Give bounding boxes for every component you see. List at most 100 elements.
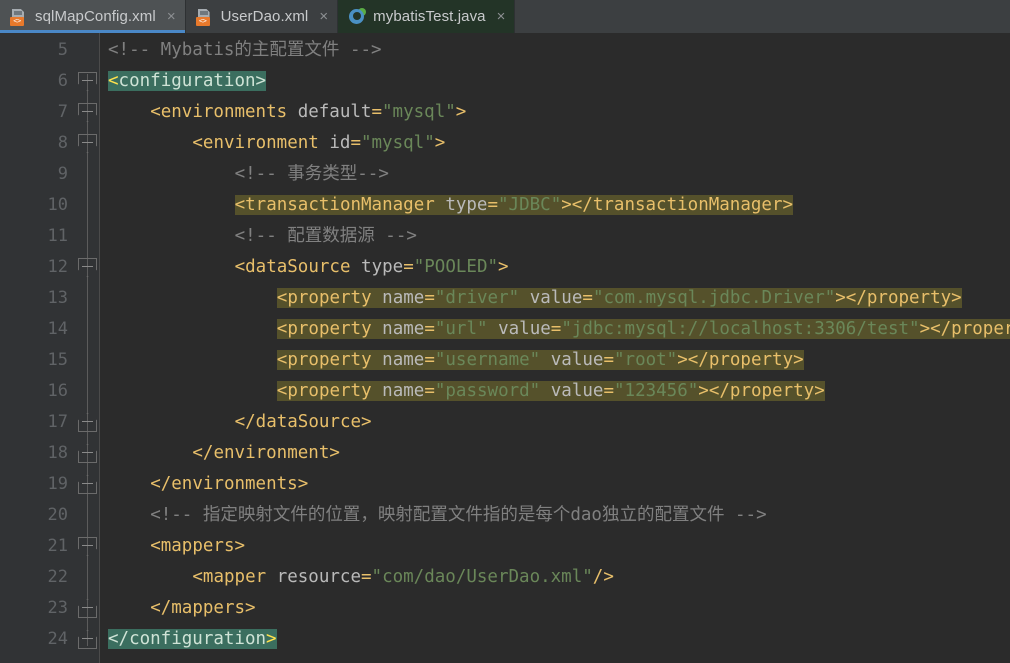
code-token: "com.mysql.jdbc.Driver" (592, 288, 836, 308)
editor-tab-2[interactable]: mybatisTest.java × (338, 0, 516, 33)
code-token: = (603, 381, 614, 401)
code-token: = (603, 350, 614, 370)
code-token: <!-- 指定映射文件的位置，映射配置文件指的是每个dao独立的配置文件 --> (150, 505, 767, 525)
code-token: <mapper (192, 567, 277, 587)
code-line[interactable]: </environments> (0, 469, 308, 500)
code-token: = (424, 350, 435, 370)
code-token: > (255, 71, 267, 91)
code-token: "root" (614, 350, 678, 370)
code-token: <property (276, 288, 383, 308)
editor-tab-bar: <> sqlMapConfig.xml × <> UserDao.xml × mybatis… (0, 0, 1010, 33)
code-token: "driver" (434, 288, 520, 308)
code-line[interactable]: <!-- 事务类型--> (0, 159, 389, 190)
code-line[interactable]: <environments default="mysql"> (0, 97, 466, 128)
code-token: <dataSource (234, 257, 362, 277)
code-lines[interactable]: <!-- Mybatis的主配置文件 --> <configuration> <en… (0, 33, 1010, 663)
code-token: "com/dao/UserDao.xml" (371, 567, 593, 587)
code-token: > (434, 133, 446, 153)
code-token: <property (276, 381, 383, 401)
close-icon[interactable]: × (167, 9, 176, 24)
code-line[interactable]: <!-- Mybatis的主配置文件 --> (0, 35, 382, 66)
code-token: value (550, 350, 604, 370)
xml-file-icon: <> (195, 8, 214, 26)
code-token: = (550, 319, 562, 339)
code-line[interactable]: <!-- 指定映射文件的位置，映射配置文件指的是每个dao独立的配置文件 --> (0, 500, 767, 531)
code-line[interactable]: <property name="driver" value="com.mysql… (0, 283, 962, 314)
code-editor[interactable]: 5 6 7 8 9 10 11 12 13 14 15 16 17 18 19 20 21 22 23 24 <!--… (0, 33, 1010, 663)
code-token: value (498, 319, 551, 339)
code-line[interactable]: <mapper resource="com/dao/UserDao.xml"/> (0, 562, 614, 593)
code-token: ></property> (698, 381, 825, 401)
code-token (540, 350, 551, 370)
code-token: <environments (150, 102, 298, 122)
code-token: ></transactionManager> (561, 195, 794, 215)
code-token: = (424, 381, 435, 401)
code-token (487, 319, 499, 339)
code-token: name (382, 350, 425, 370)
code-token: "mysql" (360, 133, 435, 153)
code-token: "123456" (614, 381, 699, 401)
code-token: </ (108, 629, 130, 649)
code-line[interactable]: </environment> (0, 438, 340, 469)
code-line[interactable]: <!-- 配置数据源 --> (0, 221, 417, 252)
code-token: </dataSource> (234, 412, 372, 432)
code-token: ></property> (835, 288, 962, 308)
editor-tab-label: sqlMapConfig.xml (35, 8, 156, 25)
close-icon[interactable]: × (319, 9, 328, 24)
code-line[interactable]: <configuration> (0, 66, 267, 97)
code-token: /> (592, 567, 614, 587)
code-token: <mappers> (150, 536, 246, 556)
code-token: > (455, 102, 467, 122)
code-token: configuration (129, 629, 267, 649)
editor-tab-label: UserDao.xml (220, 8, 309, 25)
code-line[interactable]: </dataSource> (0, 407, 372, 438)
code-line[interactable]: <dataSource type="POOLED"> (0, 252, 509, 283)
code-token: = (582, 288, 593, 308)
code-token: = (487, 195, 499, 215)
code-token: "jdbc:mysql://localhost:3306/test" (561, 319, 920, 339)
code-token: default (297, 102, 372, 122)
close-icon[interactable]: × (497, 9, 506, 24)
code-token: "username" (434, 350, 541, 370)
code-token: "POOLED" (413, 257, 499, 277)
code-line[interactable]: </mappers> (0, 593, 256, 624)
xml-file-icon: <> (10, 8, 28, 26)
code-token: < (108, 71, 119, 91)
code-token: <!-- 配置数据源 --> (234, 226, 417, 246)
code-token: > (266, 629, 277, 649)
editor-tab-label: mybatisTest.java (373, 8, 486, 25)
editor-tab-1[interactable]: <> UserDao.xml × (186, 0, 339, 33)
code-token: ></property> (677, 350, 804, 370)
code-line[interactable]: <transactionManager type="JDBC"></transa… (0, 190, 794, 221)
code-token: = (424, 288, 435, 308)
code-line[interactable]: <property name="username" value="root"><… (0, 345, 804, 376)
code-line[interactable]: <property name="url" value="jdbc:mysql:/… (0, 314, 1010, 345)
code-token: = (424, 319, 435, 339)
code-line[interactable]: </configuration> (0, 624, 277, 655)
code-line[interactable]: <property name="password" value="123456"… (0, 376, 825, 407)
code-token: = (371, 102, 383, 122)
code-token: </mappers> (150, 598, 256, 618)
code-token: "mysql" (382, 102, 456, 122)
code-token: <property (276, 319, 383, 339)
code-token: <!-- 事务类型--> (234, 164, 389, 184)
code-token: name (382, 288, 425, 308)
code-token: id (329, 133, 351, 153)
code-token: "password" (434, 381, 541, 401)
code-token: type (445, 195, 488, 215)
code-token: = (350, 133, 361, 153)
code-token: </environment> (192, 443, 340, 463)
code-token: <transactionManager (234, 195, 446, 215)
code-token: type (361, 257, 404, 277)
code-token: = (403, 257, 414, 277)
code-token: <environment (192, 133, 330, 153)
code-line[interactable]: <mappers> (0, 531, 245, 562)
code-token: value (529, 288, 583, 308)
code-token: </environments> (150, 474, 309, 494)
editor-tab-0[interactable]: <> sqlMapConfig.xml × (0, 0, 186, 33)
code-token: name (382, 381, 425, 401)
code-token: name (382, 319, 425, 339)
code-token (540, 381, 551, 401)
code-token: "JDBC" (498, 195, 562, 215)
code-line[interactable]: <environment id="mysql"> (0, 128, 445, 159)
